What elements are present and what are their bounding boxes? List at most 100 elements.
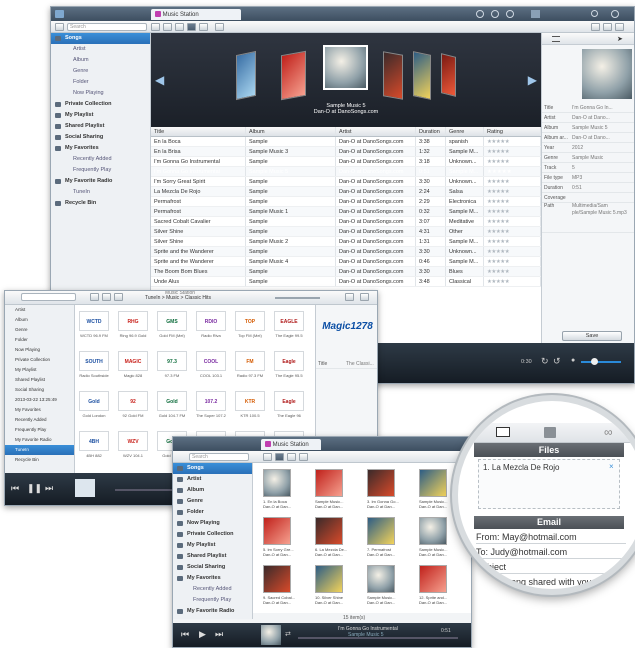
column-header[interactable]: Rating (484, 127, 541, 136)
sidebar-item[interactable]: Shared Playlist (51, 121, 150, 132)
column-header[interactable]: Title (151, 127, 246, 136)
view-detail-button[interactable] (175, 23, 184, 31)
save-button[interactable]: Save (562, 331, 622, 341)
radio-station-logo[interactable]: KTR (235, 391, 265, 411)
grid-sidebar-item[interactable]: Artist (173, 474, 252, 485)
grid-view-list-button[interactable] (263, 453, 272, 461)
radio-info-toggle-button[interactable] (360, 293, 369, 301)
grid-play-icon[interactable]: ▶ (199, 629, 206, 640)
grid-view-grid-button[interactable] (275, 453, 284, 461)
radio-station-logo[interactable]: WCTD (79, 311, 109, 331)
sidebar-item[interactable]: Songs (51, 33, 150, 44)
coverflow-prev-icon[interactable]: ◀ (155, 73, 164, 87)
sidebar-item[interactable]: Private Collection (51, 99, 150, 110)
radio-station-logo[interactable]: Gold (157, 391, 187, 411)
radio-view-list-button[interactable] (90, 293, 99, 301)
table-row[interactable]: Permafrost Sample Dan-O at DanoSongs.com 2:… (151, 197, 541, 207)
grid-sidebar-item[interactable]: Genre (173, 496, 252, 507)
song-thumbnail[interactable] (315, 517, 343, 545)
sidebar-item[interactable]: Recently Added (51, 154, 150, 165)
radio-zoom-slider[interactable] (275, 297, 320, 299)
grid-tab-music-station[interactable]: Music Station (261, 439, 321, 450)
info-share-icon[interactable]: ➤ (617, 35, 623, 43)
radio-station-logo[interactable]: 92 (118, 391, 148, 411)
radio-sidebar-item[interactable]: Recycle Bin (5, 455, 74, 465)
column-header[interactable]: Album (246, 127, 336, 136)
radio-sidebar-item[interactable]: Social Sharing (5, 385, 74, 395)
radio-station-logo[interactable]: GMS (157, 311, 187, 331)
grid-sidebar-item[interactable]: Social Sharing (173, 562, 252, 573)
radio-station-logo[interactable]: EAGLE (274, 311, 304, 331)
radio-view-grid-button[interactable] (102, 293, 111, 301)
grid-sidebar-item[interactable]: Frequently Play (173, 595, 252, 606)
column-header[interactable]: Duration (416, 127, 446, 136)
email-to-field[interactable]: To: Judy@hotmail.com (476, 546, 626, 559)
radio-sidebar-item[interactable]: My Favorites (5, 405, 74, 415)
grid-sidebar-item[interactable]: Recently Added (173, 584, 252, 595)
table-row[interactable]: I'm Gonna Go Instrumental Sample Music 5D… (151, 167, 541, 177)
grid-view-thumb-button[interactable] (299, 453, 308, 461)
view-thumb-button[interactable] (199, 23, 208, 31)
album-cover-current[interactable] (323, 45, 368, 90)
grid-sidebar-item[interactable]: Private Collection (173, 529, 252, 540)
remove-file-icon[interactable]: × (609, 462, 614, 471)
grid-sidebar-item[interactable]: My Playlist (173, 540, 252, 551)
sidebar-item[interactable]: Now Playing (51, 88, 150, 99)
radio-sidebar-item[interactable]: Private Collection (5, 355, 74, 365)
sidebar-item[interactable]: Social Sharing (51, 132, 150, 143)
grid-sidebar-item[interactable]: My Favorite Radio (173, 606, 252, 617)
radio-search-input[interactable] (21, 293, 76, 301)
radio-sidebar-item[interactable]: Recently Added (5, 415, 74, 425)
grid-sidebar-item[interactable]: Album (173, 485, 252, 496)
table-row[interactable]: I'm Gonna Go Instrumental Sample Dan-O at … (151, 157, 541, 167)
grid-sidebar-item[interactable]: Shared Playlist (173, 551, 252, 562)
table-row[interactable]: En la Brisa Sample Music 3 Dan-O at DanoSo… (151, 147, 541, 157)
radio-sidebar-item[interactable]: My Favorite Radio (5, 435, 74, 445)
email-share-icon[interactable] (496, 427, 510, 437)
table-row[interactable]: Silver Shine Sample Dan-O at DanoSongs.com… (151, 227, 541, 237)
volume-knob[interactable] (591, 358, 598, 365)
coverflow-next-icon[interactable]: ▶ (528, 73, 537, 87)
column-header[interactable]: Genre (446, 127, 484, 136)
radio-station-logo[interactable]: Gold (79, 391, 109, 411)
link-share-icon[interactable]: ∞ (604, 425, 613, 439)
grid-sidebar-item[interactable]: Songs (173, 463, 252, 474)
album-cover[interactable] (383, 51, 403, 100)
sidebar-item[interactable]: Genre (51, 66, 150, 77)
song-thumbnail[interactable] (263, 517, 291, 545)
radio-sidebar-item[interactable]: 2013-03-22 13:25:49 (5, 395, 74, 405)
user-icon[interactable] (491, 10, 499, 18)
volume-icon[interactable]: ● (571, 357, 575, 364)
table-row[interactable]: Silver Shine Sample Music 2 Dan-O at DanoS… (151, 237, 541, 247)
email-from-field[interactable]: From: May@hotmail.com (476, 531, 626, 544)
email-subject-field[interactable]: Subject (476, 561, 626, 574)
sidebar-item[interactable]: My Playlist (51, 110, 150, 121)
grid-shuffle-icon[interactable]: ⇄ (285, 630, 291, 638)
radio-sidebar-item[interactable]: Artist (5, 305, 74, 315)
sidebar-item[interactable]: My Favorites (51, 143, 150, 154)
table-row[interactable]: Sprite and the Wanderer Sample Dan-O at Da… (151, 247, 541, 257)
song-thumbnail[interactable] (419, 469, 447, 497)
song-thumbnail[interactable] (315, 469, 343, 497)
view-coverflow-button[interactable] (187, 23, 196, 31)
radio-station-logo[interactable]: RDIO (196, 311, 226, 331)
search-icon[interactable] (591, 10, 598, 17)
menu-icon[interactable] (55, 10, 64, 18)
table-row[interactable]: The Boom Bom Blues Sample Dan-O at DanoSon… (151, 267, 541, 277)
song-thumbnail[interactable] (367, 517, 395, 545)
album-cover[interactable] (441, 53, 456, 97)
radio-station-logo[interactable]: COOL (196, 351, 226, 371)
view-grid-button[interactable] (163, 23, 172, 31)
radio-station-logo[interactable]: Eagle (274, 391, 304, 411)
tab-music-station[interactable]: Music Station (151, 9, 241, 20)
song-thumbnail[interactable] (419, 517, 447, 545)
help-icon[interactable] (611, 10, 619, 18)
song-thumbnail[interactable] (367, 565, 395, 593)
sidebar-item[interactable]: My Favorite Radio (51, 176, 150, 187)
radio-view-detail-button[interactable] (114, 293, 123, 301)
table-row[interactable]: Unde Alus Sample Dan-O at DanoSongs.com 3:4… (151, 277, 541, 287)
song-thumbnail[interactable] (419, 565, 447, 593)
grid-sidebar-item[interactable]: My Favorites (173, 573, 252, 584)
column-header[interactable]: Artist (336, 127, 416, 136)
sidebar-item[interactable]: Folder (51, 77, 150, 88)
